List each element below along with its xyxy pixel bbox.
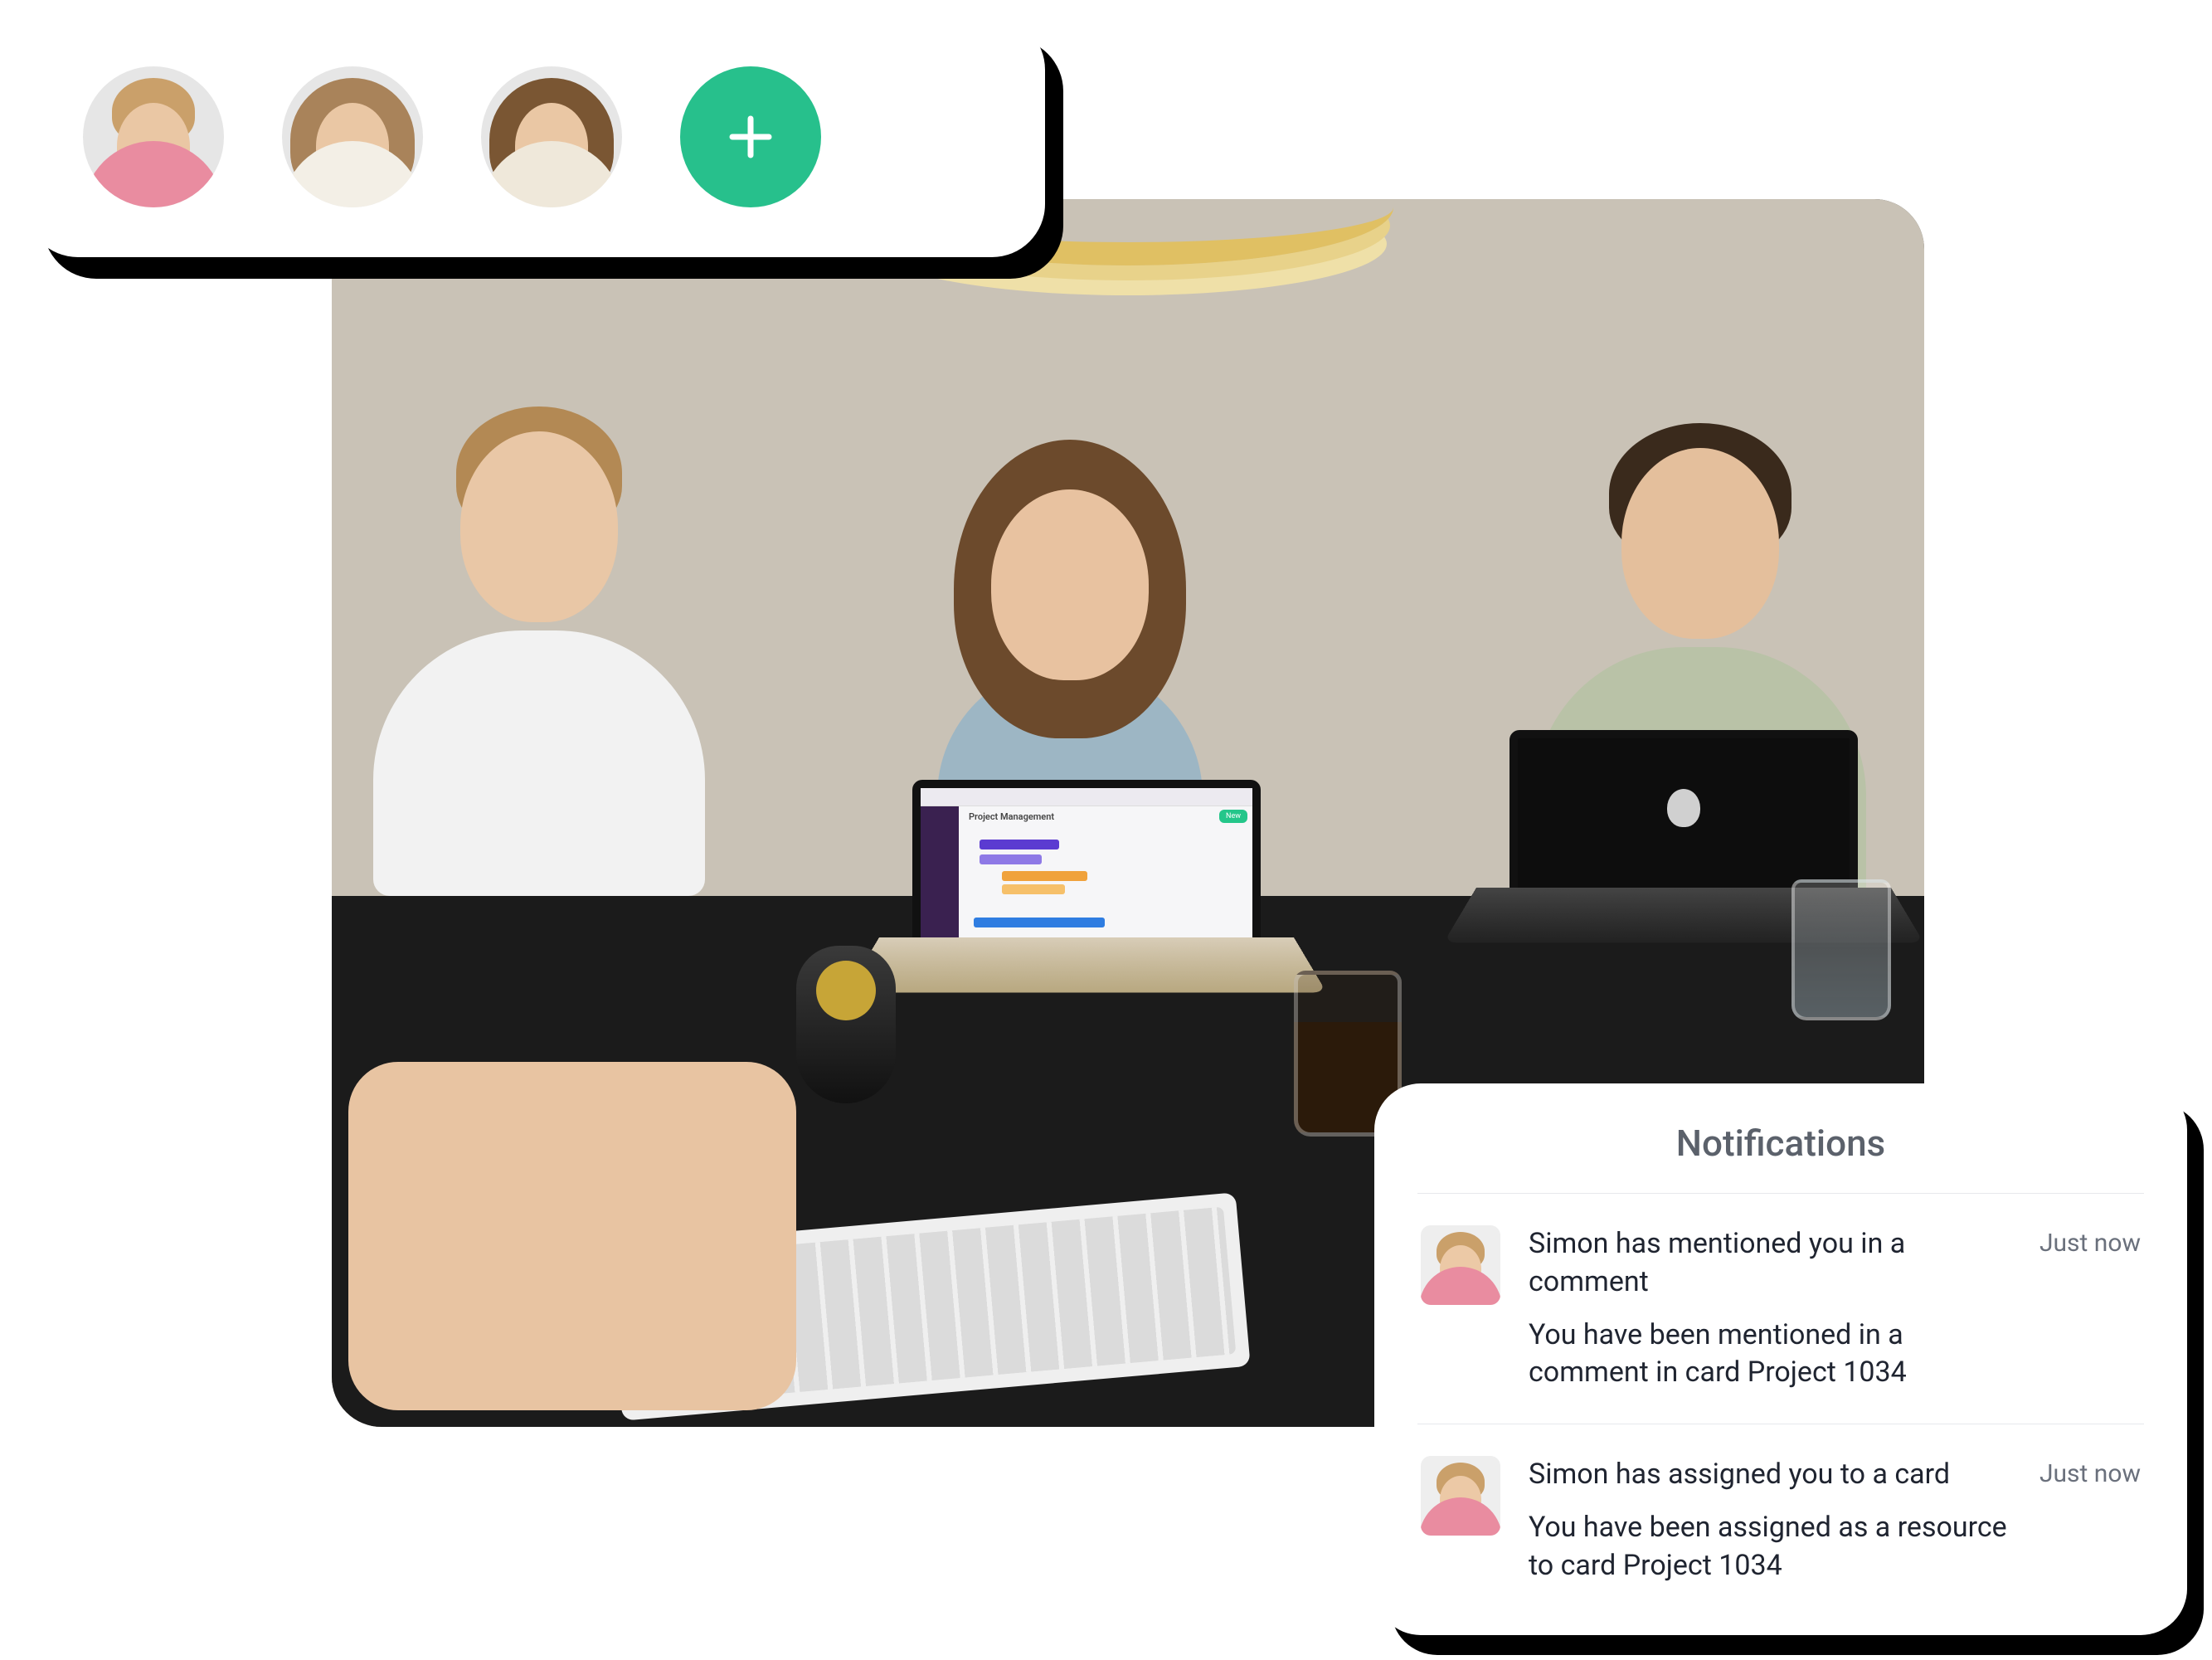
notifications-card: Notifications Simon has mentioned you in…	[1374, 1083, 2187, 1635]
notification-body: You have been mentioned in a comment in …	[1529, 1317, 2011, 1393]
plus-icon	[724, 110, 777, 163]
browser-chrome	[921, 788, 1252, 806]
new-button[interactable]: New	[1219, 810, 1247, 823]
notification-heading: Simon has mentioned you in a comment	[1529, 1225, 2011, 1302]
avatar-2[interactable]	[282, 66, 423, 207]
notification-time: Just now	[2039, 1456, 2141, 1585]
app-page-title: Project Management	[962, 806, 1252, 827]
notification-heading: Simon has assigned you to a card	[1529, 1456, 2011, 1494]
avatar-bar-card	[25, 17, 1045, 257]
notifications-title: Notifications	[1417, 1122, 2144, 1194]
add-user-button[interactable]	[680, 66, 821, 207]
avatar-3[interactable]	[481, 66, 622, 207]
laptop-center: Project Management New	[912, 780, 1261, 1020]
computer-mouse	[796, 946, 896, 1103]
notification-item[interactable]: Simon has mentioned you in a comment You…	[1417, 1194, 2144, 1425]
foreground-arm	[348, 1062, 796, 1410]
avatar-1[interactable]	[83, 66, 224, 207]
notification-item[interactable]: Simon has assigned you to a card You hav…	[1417, 1424, 2144, 1589]
notification-avatar	[1421, 1456, 1500, 1536]
notification-avatar	[1421, 1225, 1500, 1305]
notification-body: You have been assigned as a resource to …	[1529, 1509, 2011, 1585]
person-left	[365, 382, 713, 896]
gantt-chart	[962, 836, 1247, 926]
water-glass	[1791, 879, 1891, 1020]
laptop-screen: Project Management New	[912, 780, 1261, 954]
notification-time: Just now	[2039, 1225, 2141, 1393]
apple-logo-icon	[1667, 789, 1700, 827]
app-sidebar	[921, 806, 959, 946]
